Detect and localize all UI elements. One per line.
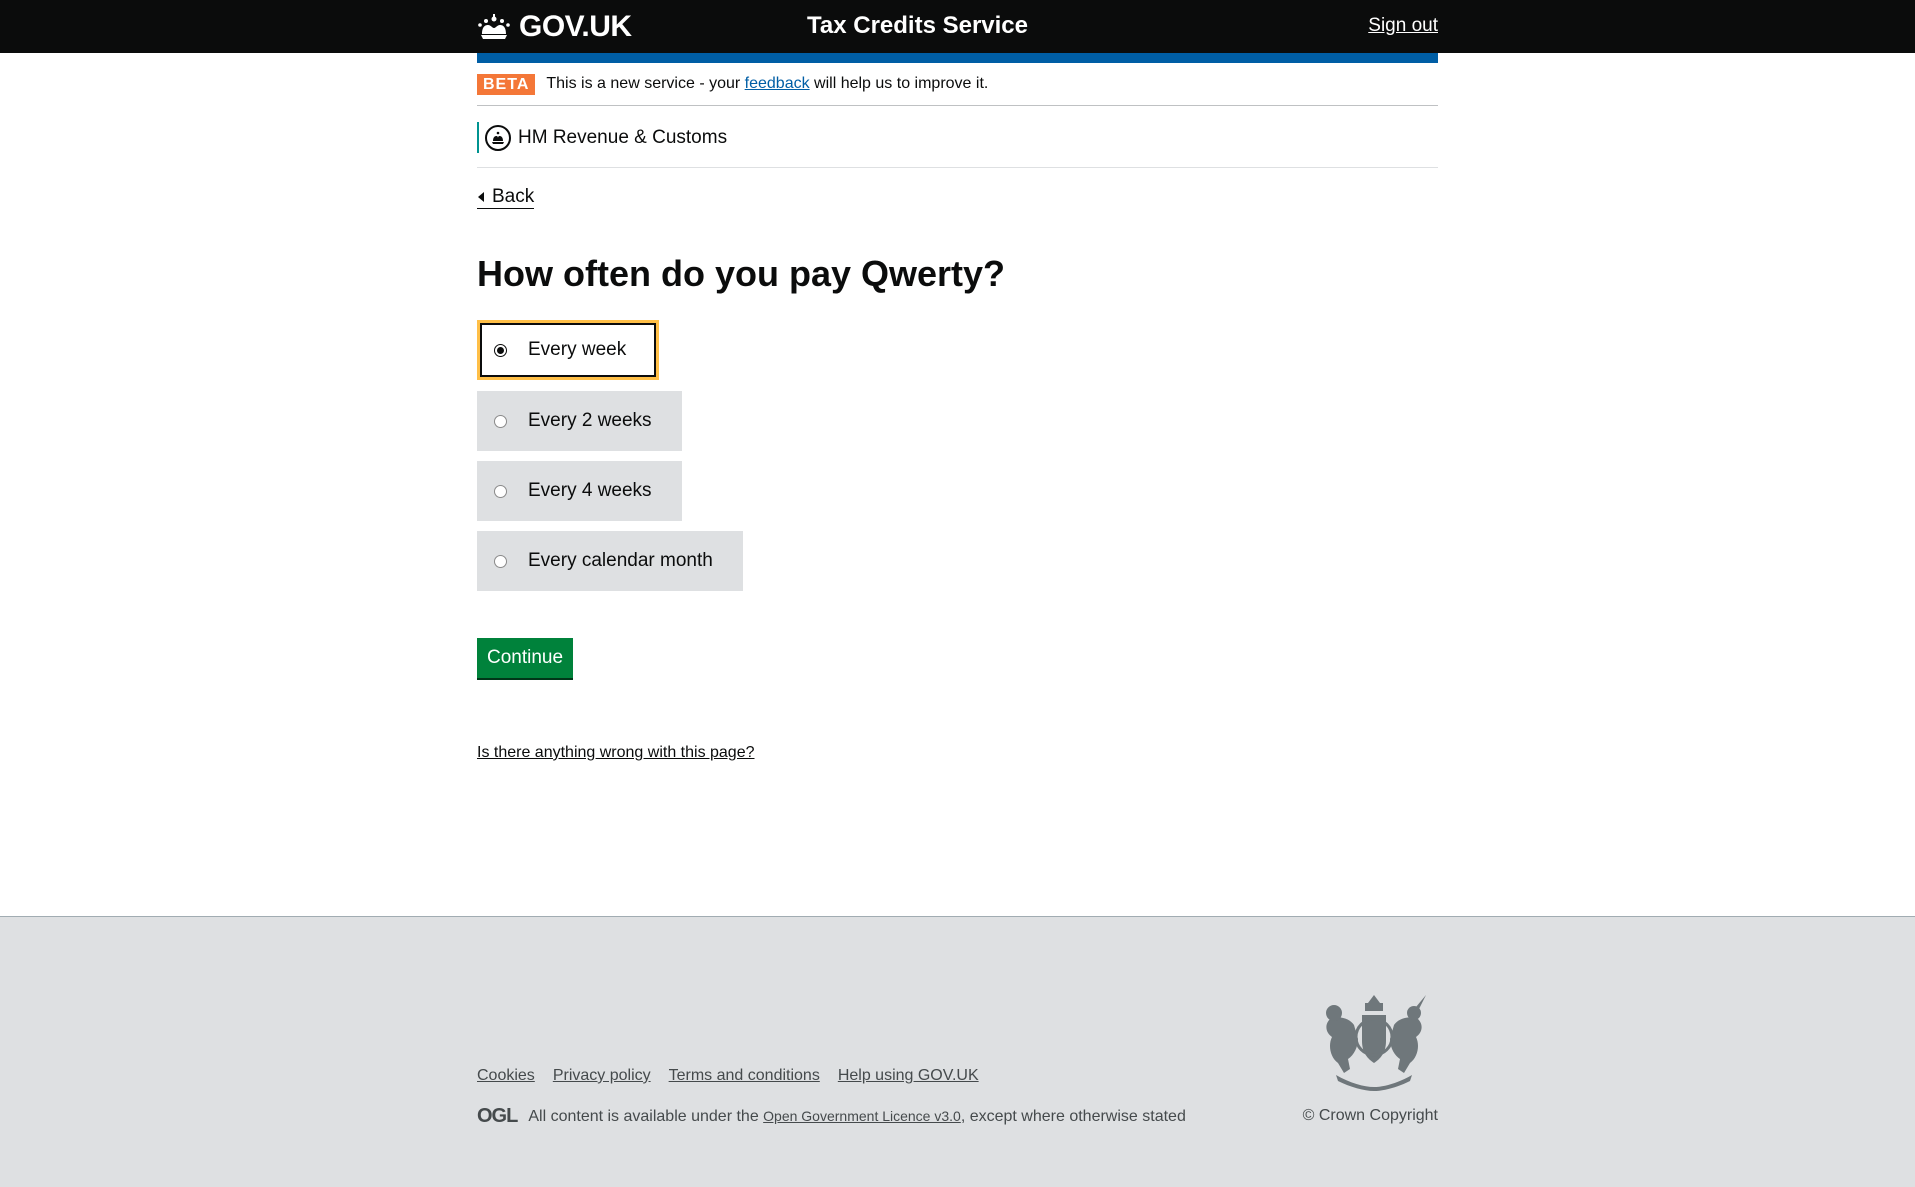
footer-link-privacy[interactable]: Privacy policy	[553, 1067, 651, 1085]
crown-copyright-link[interactable]: © Crown Copyright	[1303, 1107, 1438, 1125]
report-problem-link[interactable]: Is there anything wrong with this page?	[477, 744, 755, 762]
beta-text-after: will help us to improve it.	[809, 75, 989, 92]
licence-text: All content is available under the Open …	[528, 1108, 1186, 1126]
radio-every-calendar-month[interactable]: Every calendar month	[477, 531, 743, 591]
footer-link-help[interactable]: Help using GOV.UK	[838, 1067, 979, 1085]
radio-every-2-weeks[interactable]: Every 2 weeks	[477, 391, 682, 451]
hmrc-crest-icon	[485, 124, 511, 151]
feedback-link[interactable]: feedback	[745, 75, 810, 92]
back-arrow-icon	[478, 192, 484, 202]
footer-link-terms[interactable]: Terms and conditions	[669, 1067, 820, 1085]
page-title: How often do you pay Qwerty?	[477, 253, 1006, 294]
organisation-bar: HM Revenue & Customs	[477, 107, 1438, 168]
licence-text-before: All content is available under the	[528, 1107, 764, 1125]
radio-label[interactable]: Every 2 weeks	[528, 410, 652, 432]
organisation-branding: HM Revenue & Customs	[477, 122, 727, 153]
sign-out-link[interactable]: Sign out	[1368, 15, 1438, 37]
royal-coat-of-arms-icon	[1326, 995, 1426, 1091]
radio-every-4-weeks[interactable]: Every 4 weeks	[477, 461, 682, 521]
govuk-logo-link[interactable]: GOV.UK	[477, 10, 632, 44]
radio-button[interactable]	[494, 554, 507, 568]
licence-statement: OGL All content is available under the O…	[477, 1105, 1186, 1128]
footer-links: Cookies Privacy policy Terms and conditi…	[477, 1067, 979, 1085]
crown-icon	[478, 14, 510, 39]
radio-button-checked[interactable]	[494, 343, 507, 357]
govuk-logo-text: GOV.UK	[519, 10, 632, 43]
continue-button[interactable]: Continue	[477, 638, 574, 678]
header-blue-bar	[477, 53, 1438, 63]
footer-link-cookies[interactable]: Cookies	[477, 1067, 535, 1085]
back-link-label: Back	[492, 186, 535, 207]
site-header: GOV.UK Tax Credits Service Sign out	[0, 0, 1915, 53]
ogl-licence-link[interactable]: Open Government Licence v3.0	[763, 1108, 961, 1124]
beta-banner: BETA This is a new service - your feedba…	[477, 63, 1438, 106]
licence-text-after: , except where otherwise stated	[960, 1107, 1186, 1125]
back-link[interactable]: Back	[477, 186, 535, 209]
beta-text: This is a new service - your feedback wi…	[546, 75, 988, 93]
radio-label[interactable]: Every 4 weeks	[528, 480, 652, 502]
radio-button[interactable]	[494, 414, 507, 428]
organisation-name: HM Revenue & Customs	[518, 126, 728, 148]
radio-label[interactable]: Every week	[528, 339, 626, 361]
ogl-logo: OGL	[477, 1105, 518, 1127]
beta-text-before: This is a new service - your	[546, 75, 745, 92]
beta-tag: BETA	[477, 73, 536, 95]
service-name[interactable]: Tax Credits Service	[807, 12, 1028, 40]
site-footer: Cookies Privacy policy Terms and conditi…	[0, 916, 1915, 1187]
radio-every-week[interactable]: Every week	[477, 320, 660, 380]
radio-button[interactable]	[494, 484, 507, 498]
radio-label[interactable]: Every calendar month	[528, 550, 713, 572]
